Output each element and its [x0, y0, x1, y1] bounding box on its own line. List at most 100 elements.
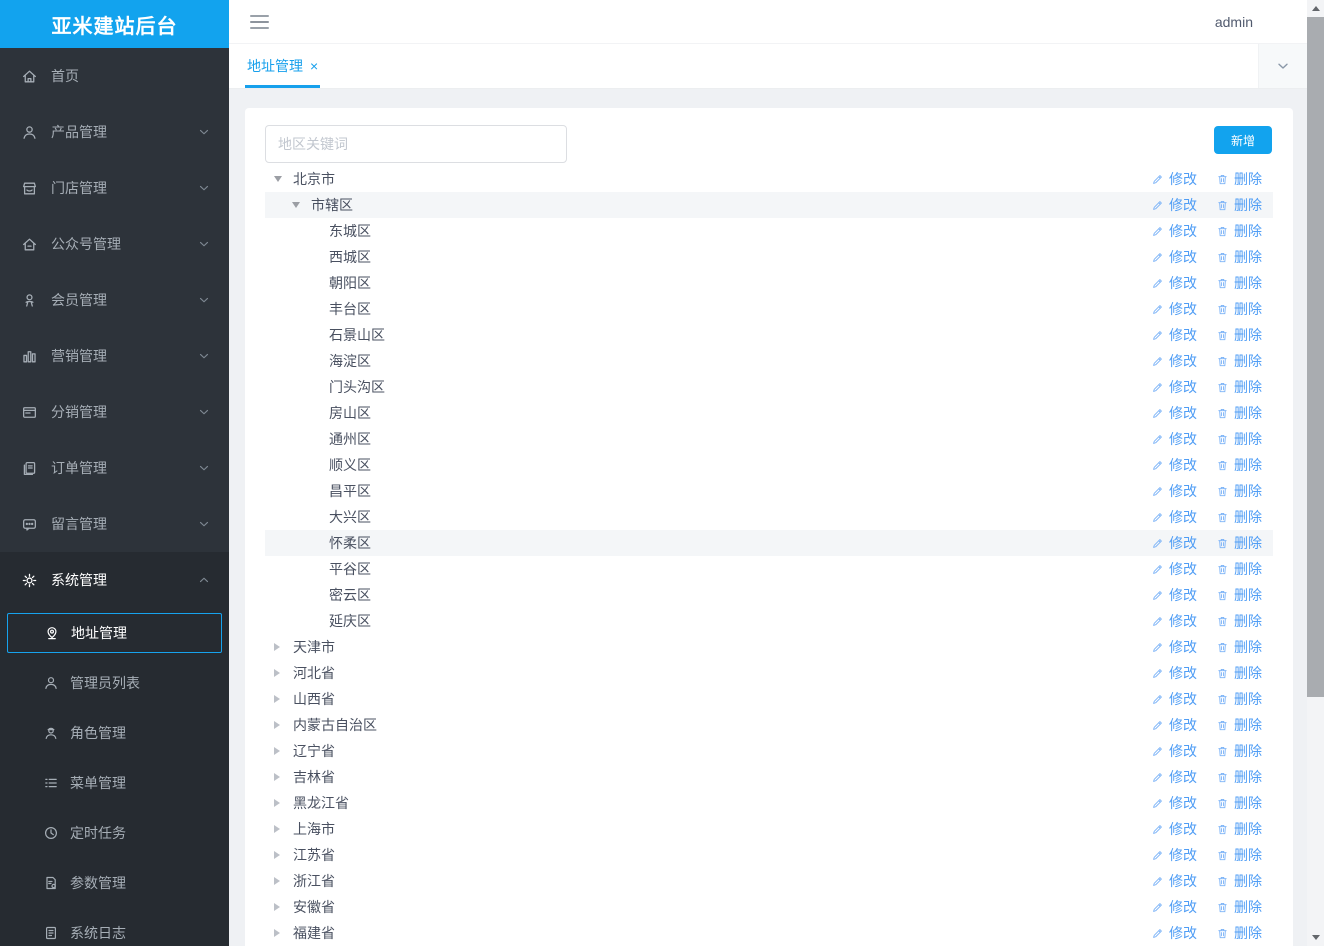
sidebar-item-home[interactable]: 首页 [0, 48, 229, 104]
sidebar-item-order[interactable]: 订单管理 [0, 440, 229, 496]
edit-link[interactable]: 修改 [1151, 845, 1197, 865]
edit-link[interactable]: 修改 [1151, 169, 1197, 189]
tree-row[interactable]: 顺义区 修改 删除 [265, 452, 1273, 478]
edit-link[interactable]: 修改 [1151, 429, 1197, 449]
sidebar-subitem-address[interactable]: 地址管理 [7, 613, 222, 653]
tree-row[interactable]: 内蒙古自治区 修改 删除 [265, 712, 1273, 738]
expand-arrow-icon[interactable] [274, 695, 293, 703]
edit-link[interactable]: 修改 [1151, 351, 1197, 371]
sidebar-item-member[interactable]: 会员管理 [0, 272, 229, 328]
sidebar-item-store[interactable]: 门店管理 [0, 160, 229, 216]
sidebar-item-official[interactable]: 公众号管理 [0, 216, 229, 272]
expand-arrow-icon[interactable] [274, 903, 293, 911]
scroll-up-arrow[interactable] [1307, 0, 1324, 17]
tree-row[interactable]: 石景山区 修改 删除 [265, 322, 1273, 348]
delete-link[interactable]: 删除 [1216, 455, 1262, 475]
sidebar-item-distribution[interactable]: 分销管理 [0, 384, 229, 440]
edit-link[interactable]: 修改 [1151, 819, 1197, 839]
expand-arrow-icon[interactable] [274, 877, 293, 885]
sidebar-subitem-admin-list[interactable]: 管理员列表 [0, 658, 229, 708]
expand-arrow-icon[interactable] [274, 643, 293, 651]
edit-link[interactable]: 修改 [1151, 897, 1197, 917]
expand-arrow-icon[interactable] [274, 773, 293, 781]
delete-link[interactable]: 删除 [1216, 403, 1262, 423]
edit-link[interactable]: 修改 [1151, 741, 1197, 761]
delete-link[interactable]: 删除 [1216, 299, 1262, 319]
edit-link[interactable]: 修改 [1151, 325, 1197, 345]
edit-link[interactable]: 修改 [1151, 923, 1197, 943]
edit-link[interactable]: 修改 [1151, 273, 1197, 293]
delete-link[interactable]: 删除 [1216, 819, 1262, 839]
edit-link[interactable]: 修改 [1151, 611, 1197, 631]
scrollbar[interactable] [1307, 0, 1324, 946]
delete-link[interactable]: 删除 [1216, 377, 1262, 397]
delete-link[interactable]: 删除 [1216, 533, 1262, 553]
edit-link[interactable]: 修改 [1151, 533, 1197, 553]
tab-list-dropdown-button[interactable] [1258, 44, 1307, 88]
edit-link[interactable]: 修改 [1151, 247, 1197, 267]
tree-row[interactable]: 平谷区 修改 删除 [265, 556, 1273, 582]
edit-link[interactable]: 修改 [1151, 767, 1197, 787]
delete-link[interactable]: 删除 [1216, 923, 1262, 943]
edit-link[interactable]: 修改 [1151, 793, 1197, 813]
delete-link[interactable]: 删除 [1216, 715, 1262, 735]
tree-row[interactable]: 黑龙江省 修改 删除 [265, 790, 1273, 816]
edit-link[interactable]: 修改 [1151, 455, 1197, 475]
expand-arrow-icon[interactable] [274, 799, 293, 807]
sidebar-item-message[interactable]: 留言管理 [0, 496, 229, 552]
edit-link[interactable]: 修改 [1151, 637, 1197, 657]
tree-row[interactable]: 朝阳区 修改 删除 [265, 270, 1273, 296]
sidebar-subitem-logs[interactable]: 系统日志 [0, 908, 229, 946]
edit-link[interactable]: 修改 [1151, 715, 1197, 735]
expand-arrow-icon[interactable] [274, 851, 293, 859]
edit-link[interactable]: 修改 [1151, 507, 1197, 527]
delete-link[interactable]: 删除 [1216, 559, 1262, 579]
delete-link[interactable]: 删除 [1216, 637, 1262, 657]
edit-link[interactable]: 修改 [1151, 689, 1197, 709]
tab-address-management[interactable]: 地址管理 × [245, 44, 321, 88]
delete-link[interactable]: 删除 [1216, 585, 1262, 605]
tree-row[interactable]: 安徽省 修改 删除 [265, 894, 1273, 920]
tree-row[interactable]: 北京市 修改 删除 [265, 166, 1273, 192]
delete-link[interactable]: 删除 [1216, 221, 1262, 241]
close-icon[interactable]: × [310, 59, 318, 73]
tree-row[interactable]: 江苏省 修改 删除 [265, 842, 1273, 868]
delete-link[interactable]: 删除 [1216, 845, 1262, 865]
edit-link[interactable]: 修改 [1151, 871, 1197, 891]
tree-row[interactable]: 山西省 修改 删除 [265, 686, 1273, 712]
delete-link[interactable]: 删除 [1216, 611, 1262, 631]
delete-link[interactable]: 删除 [1216, 169, 1262, 189]
delete-link[interactable]: 删除 [1216, 767, 1262, 787]
edit-link[interactable]: 修改 [1151, 221, 1197, 241]
edit-link[interactable]: 修改 [1151, 403, 1197, 423]
tree-row[interactable]: 浙江省 修改 删除 [265, 868, 1273, 894]
tree-row[interactable]: 辽宁省 修改 删除 [265, 738, 1273, 764]
delete-link[interactable]: 删除 [1216, 481, 1262, 501]
tree-row[interactable]: 福建省 修改 删除 [265, 920, 1273, 946]
expand-arrow-icon[interactable] [274, 721, 293, 729]
delete-link[interactable]: 删除 [1216, 195, 1262, 215]
tree-row[interactable]: 丰台区 修改 删除 [265, 296, 1273, 322]
expand-arrow-icon[interactable] [274, 669, 293, 677]
user-name[interactable]: admin [1215, 14, 1253, 30]
sidebar-item-marketing[interactable]: 营销管理 [0, 328, 229, 384]
delete-link[interactable]: 删除 [1216, 871, 1262, 891]
expand-arrow-icon[interactable] [274, 825, 293, 833]
delete-link[interactable]: 删除 [1216, 247, 1262, 267]
tree-row[interactable]: 天津市 修改 删除 [265, 634, 1273, 660]
tree-row[interactable]: 河北省 修改 删除 [265, 660, 1273, 686]
tree-row[interactable]: 海淀区 修改 删除 [265, 348, 1273, 374]
edit-link[interactable]: 修改 [1151, 481, 1197, 501]
delete-link[interactable]: 删除 [1216, 689, 1262, 709]
expand-arrow-icon[interactable] [274, 929, 293, 937]
tree-row[interactable]: 门头沟区 修改 删除 [265, 374, 1273, 400]
scroll-down-arrow[interactable] [1307, 929, 1324, 946]
sidebar-subitem-cron[interactable]: 定时任务 [0, 808, 229, 858]
collapse-arrow-icon[interactable] [274, 176, 293, 182]
tree-row[interactable]: 上海市 修改 删除 [265, 816, 1273, 842]
delete-link[interactable]: 删除 [1216, 429, 1262, 449]
delete-link[interactable]: 删除 [1216, 273, 1262, 293]
tree-row[interactable]: 昌平区 修改 删除 [265, 478, 1273, 504]
tree-row[interactable]: 怀柔区 修改 删除 [265, 530, 1273, 556]
scrollbar-thumb[interactable] [1307, 17, 1324, 697]
